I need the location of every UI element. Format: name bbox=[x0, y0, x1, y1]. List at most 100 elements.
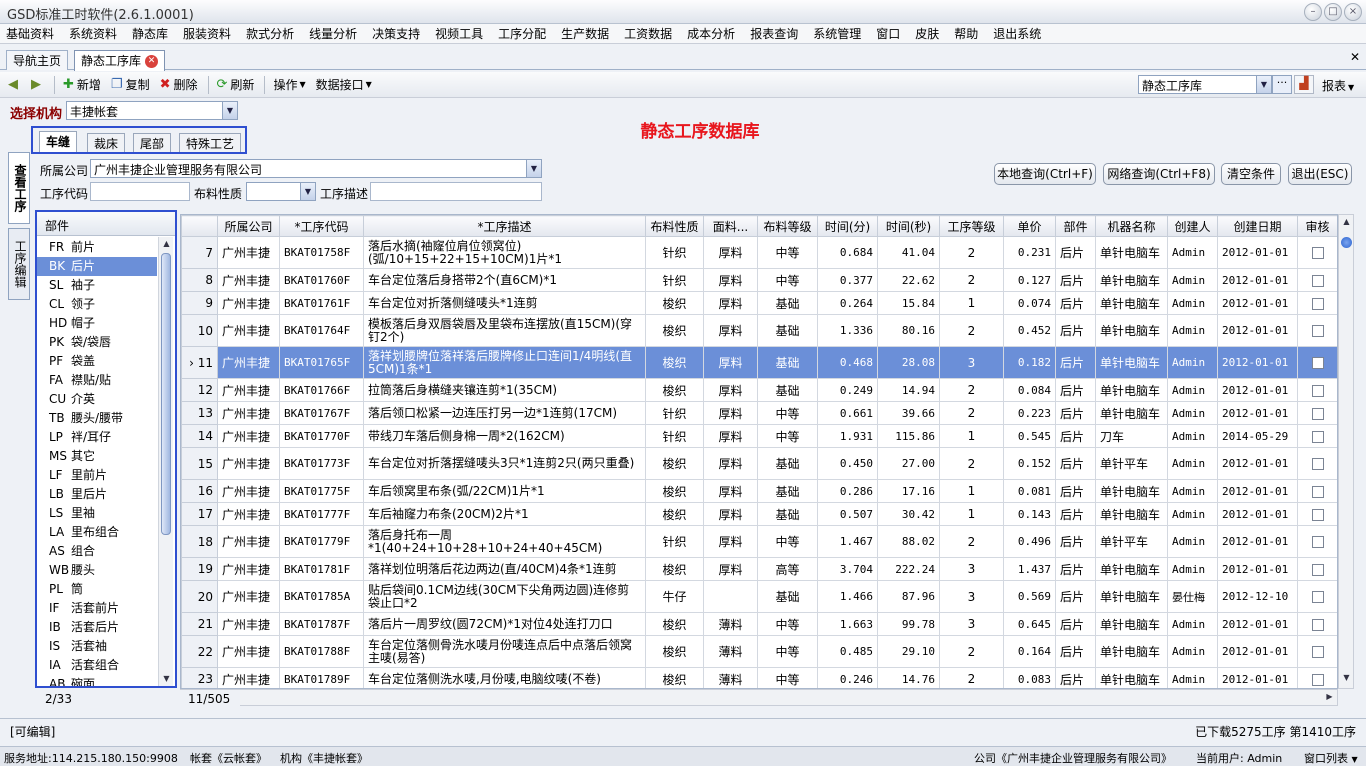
menu-item[interactable]: 线量分析 bbox=[309, 25, 357, 42]
library-select[interactable]: 静态工序库 ▼ bbox=[1138, 75, 1272, 94]
table-row[interactable]: 21 广州丰捷 BKAT01787F 落后片一周罗纹(圆72CM)*1对位4处连打刀口… bbox=[181, 612, 1337, 636]
network-query-button[interactable]: 网络查询(Ctrl+F8) bbox=[1103, 163, 1215, 185]
table-row[interactable]: › 11 广州丰捷 BKAT01765F 落祥划腰牌位落祥落后腰牌修止口连间1/4明线… bbox=[181, 346, 1337, 379]
menu-item[interactable]: 退出系统 bbox=[993, 25, 1041, 42]
tab-sewing[interactable]: 车缝 bbox=[39, 131, 78, 152]
audit-checkbox[interactable] bbox=[1311, 430, 1324, 443]
audit-checkbox[interactable] bbox=[1311, 384, 1324, 397]
menu-item[interactable]: 工序分配 bbox=[498, 25, 546, 42]
part-item[interactable]: FR 前片 bbox=[37, 238, 157, 257]
part-item[interactable]: IF 活套前片 bbox=[37, 599, 157, 618]
table-row[interactable]: 16 广州丰捷 BKAT01775F 车后领窝里布条(弧/22CM)1片*1 梭织 厚料基… bbox=[181, 479, 1337, 503]
column-header[interactable]: 布料性质 bbox=[645, 215, 704, 237]
audit-checkbox[interactable] bbox=[1311, 247, 1324, 259]
menu-item[interactable]: 系统资料 bbox=[69, 25, 117, 42]
clear-button[interactable]: 清空条件 bbox=[1221, 163, 1281, 185]
close-icon[interactable]: ✕ bbox=[1350, 50, 1360, 64]
menu-item[interactable]: 款式分析 bbox=[246, 25, 294, 42]
menu-item[interactable]: 皮肤 bbox=[915, 25, 939, 42]
part-item[interactable]: SL 袖子 bbox=[37, 276, 157, 295]
tab-cutting[interactable]: 裁床 bbox=[87, 133, 126, 152]
audit-checkbox[interactable] bbox=[1311, 357, 1324, 369]
close-tab-icon[interactable]: ✕ bbox=[145, 55, 159, 68]
audit-checkbox[interactable] bbox=[1311, 458, 1324, 470]
window-list-menu[interactable]: 窗口列表 ▼ bbox=[1304, 750, 1358, 766]
more-button[interactable]: ··· bbox=[1272, 75, 1292, 94]
audit-checkbox[interactable] bbox=[1311, 274, 1324, 287]
exit-button[interactable]: 退出(ESC) bbox=[1288, 163, 1352, 185]
column-header[interactable]: *工序代码 bbox=[279, 215, 364, 237]
tab-home[interactable]: 导航主页 bbox=[6, 50, 69, 70]
part-item[interactable]: AB 碗面 bbox=[37, 675, 157, 686]
column-header[interactable]: 面料... bbox=[703, 215, 758, 237]
table-row[interactable]: 20 广州丰捷 BKAT01785A 贴后袋间0.1CM边线(30CM下尖角两边圆)连… bbox=[181, 580, 1337, 613]
audit-checkbox[interactable] bbox=[1311, 591, 1324, 603]
desc-input[interactable] bbox=[370, 182, 542, 201]
part-item[interactable]: FA 襟贴/贴 bbox=[37, 371, 157, 390]
table-row[interactable]: 8 广州丰捷 BKAT01760F 车台定位落后身搭带2个(直6CM)*1 针织 厚料 中等… bbox=[181, 268, 1337, 292]
part-item[interactable]: LS 里袖 bbox=[37, 504, 157, 523]
part-item[interactable]: AS 组合 bbox=[37, 542, 157, 561]
column-header[interactable]: *工序描述 bbox=[363, 215, 646, 237]
column-header[interactable]: 时间(秒) bbox=[877, 215, 940, 237]
part-item[interactable]: LA 里布组合 bbox=[37, 523, 157, 542]
column-header[interactable]: 时间(分) bbox=[817, 215, 878, 237]
audit-checkbox[interactable] bbox=[1311, 297, 1324, 310]
grid-hscrollbar[interactable]: ▶ bbox=[180, 689, 1338, 706]
org-select[interactable]: 丰捷帐套 ▼ bbox=[66, 101, 238, 120]
column-header[interactable]: 创建日期 bbox=[1217, 215, 1298, 237]
part-item[interactable]: BK 后片 bbox=[37, 257, 157, 276]
table-row[interactable]: 15 广州丰捷 BKAT01773F 车台定位对折落摆缝唛头3只*1连剪2只(两只重叠… bbox=[181, 447, 1337, 480]
part-item[interactable]: LP 袢/耳仔 bbox=[37, 428, 157, 447]
tab-view-process[interactable]: 查看工序 bbox=[8, 152, 30, 224]
column-header[interactable]: 布料等级 bbox=[757, 215, 818, 237]
part-item[interactable]: LF 里前片 bbox=[37, 466, 157, 485]
table-row[interactable]: 18 广州丰捷 BKAT01779F 落后身托布一周*1(40+24+10+28+10… bbox=[181, 525, 1337, 558]
menu-item[interactable]: 工资数据 bbox=[624, 25, 672, 42]
part-item[interactable]: IS 活套袖 bbox=[37, 637, 157, 656]
parts-scrollbar[interactable]: ▲ ▼ bbox=[158, 237, 174, 686]
delete-button[interactable]: ✖ 删除 bbox=[160, 76, 198, 93]
close-button[interactable]: × bbox=[1344, 3, 1362, 21]
grid-vscrollbar[interactable]: ▲ ▼ bbox=[1338, 214, 1354, 689]
part-item[interactable]: HD 帽子 bbox=[37, 314, 157, 333]
part-item[interactable]: IB 活套后片 bbox=[37, 618, 157, 637]
table-row[interactable]: 17 广州丰捷 BKAT01777F 车后袖窿力布条(20CM)2片*1 梭织 厚料 基础 0… bbox=[181, 502, 1337, 526]
data-interface-menu[interactable]: 数据接口 ▼ bbox=[316, 76, 372, 93]
code-input[interactable] bbox=[90, 182, 190, 201]
part-item[interactable]: PK 袋/袋唇 bbox=[37, 333, 157, 352]
maximize-button[interactable]: □ bbox=[1324, 3, 1342, 21]
forward-button[interactable]: ▶ bbox=[31, 77, 44, 92]
column-header[interactable]: 创建人 bbox=[1167, 215, 1218, 237]
fabric-select[interactable]: ▼ bbox=[246, 182, 316, 201]
tab-static-library[interactable]: 静态工序库 ✕ bbox=[74, 50, 166, 71]
column-header[interactable]: 部件 bbox=[1055, 215, 1096, 237]
table-row[interactable]: 9 广州丰捷 BKAT01761F 车台定位对折落侧缝唛头*1连剪 梭织 厚料 基础 0.26… bbox=[181, 291, 1337, 315]
menu-item[interactable]: 报表查询 bbox=[750, 25, 798, 42]
table-row[interactable]: 19 广州丰捷 BKAT01781F 落祥划位明落后花边两边(直/40CM)4条*1连… bbox=[181, 557, 1337, 581]
menu-item[interactable]: 窗口 bbox=[876, 25, 900, 42]
audit-checkbox[interactable] bbox=[1311, 485, 1324, 498]
back-button[interactable]: ◀ bbox=[8, 77, 21, 92]
part-item[interactable]: PL 筒 bbox=[37, 580, 157, 599]
tab-edit-process[interactable]: 工序编辑 bbox=[8, 228, 30, 300]
tab-special[interactable]: 特殊工艺 bbox=[179, 133, 242, 152]
scroll-right-icon[interactable]: ▶ bbox=[1322, 692, 1337, 701]
menu-item[interactable]: 成本分析 bbox=[687, 25, 735, 42]
part-item[interactable]: IA 活套组合 bbox=[37, 656, 157, 675]
tab-finishing[interactable]: 尾部 bbox=[133, 133, 172, 152]
scroll-up-icon[interactable]: ▲ bbox=[1339, 217, 1354, 226]
column-header[interactable]: 工序等级 bbox=[939, 215, 1004, 237]
part-item[interactable]: MS 其它 bbox=[37, 447, 157, 466]
scroll-thumb[interactable] bbox=[161, 253, 171, 535]
column-header[interactable]: 审核 bbox=[1297, 215, 1337, 237]
audit-checkbox[interactable] bbox=[1311, 536, 1324, 548]
part-item[interactable]: TB 腰头/腰带 bbox=[37, 409, 157, 428]
copy-button[interactable]: ❐ 复制 bbox=[111, 76, 150, 93]
audit-checkbox[interactable] bbox=[1311, 325, 1324, 337]
menu-item[interactable]: 视频工具 bbox=[435, 25, 483, 42]
part-item[interactable]: CL 领子 bbox=[37, 295, 157, 314]
scroll-up-icon[interactable]: ▲ bbox=[159, 239, 174, 248]
chart-icon[interactable]: ▟ bbox=[1294, 75, 1314, 94]
audit-checkbox[interactable] bbox=[1311, 673, 1324, 686]
